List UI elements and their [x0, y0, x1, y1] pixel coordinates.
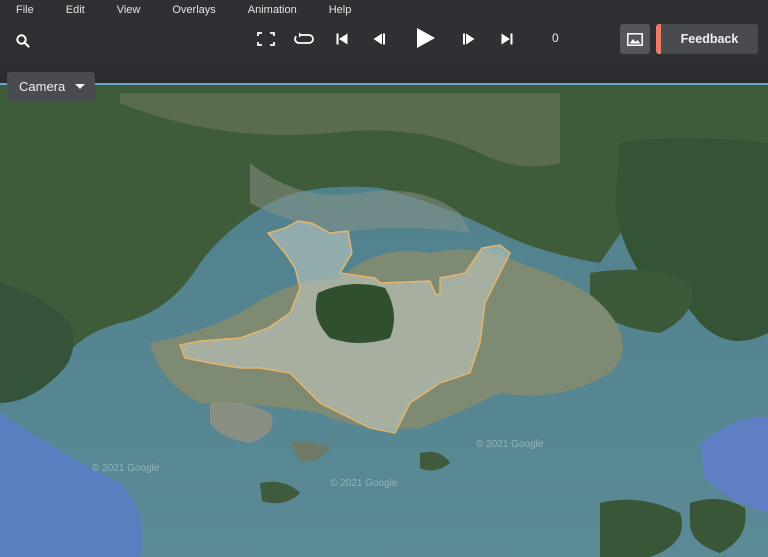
fullscreen-icon[interactable] [256, 30, 276, 48]
satellite-map[interactable]: © 2021 Google © 2021 Google © 2021 Googl… [0, 83, 768, 557]
step-back-icon[interactable] [370, 30, 388, 48]
camera-dropdown[interactable]: Camera [7, 72, 95, 101]
camera-label: Camera [19, 79, 66, 94]
map-top-border [0, 83, 768, 85]
menu-help[interactable]: Help [313, 0, 368, 20]
caret-down-icon [75, 84, 86, 89]
menu-bar: File Edit View Overlays Animation Help [0, 0, 367, 20]
search-icon[interactable] [14, 32, 32, 50]
menu-animation[interactable]: Animation [232, 0, 313, 20]
frame-number: 0 [552, 31, 559, 45]
map-watermark: © 2021 Google [330, 478, 398, 489]
menu-edit[interactable]: Edit [50, 0, 101, 20]
map-watermark: © 2021 Google [92, 463, 160, 474]
play-icon[interactable] [414, 26, 438, 50]
skip-to-start-icon[interactable] [334, 30, 350, 48]
map-watermark: © 2021 Google [476, 439, 544, 450]
menu-file[interactable]: File [0, 0, 50, 20]
loop-icon[interactable] [293, 30, 315, 48]
step-forward-icon[interactable] [460, 30, 478, 48]
top-toolbar: File Edit View Overlays Animation Help 0… [0, 0, 768, 64]
image-icon [627, 32, 643, 46]
image-export-button[interactable] [620, 24, 650, 54]
menu-view[interactable]: View [101, 0, 157, 20]
menu-overlays[interactable]: Overlays [156, 0, 231, 20]
feedback-button[interactable]: Feedback [656, 24, 758, 54]
skip-to-end-icon[interactable] [499, 30, 515, 48]
